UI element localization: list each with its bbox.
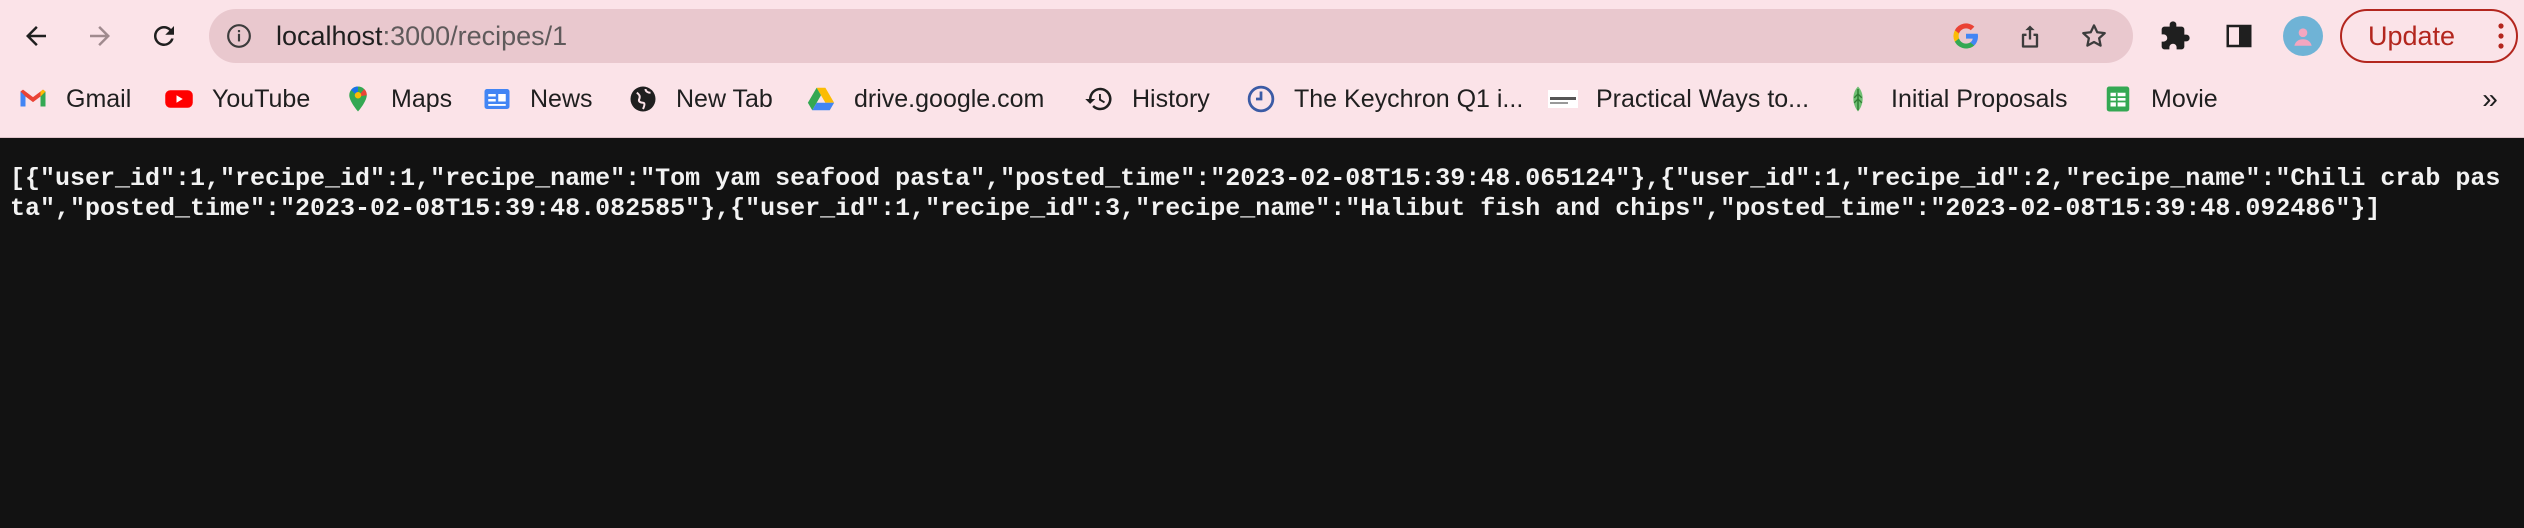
bookmark-label: Practical Ways to...	[1596, 84, 1810, 113]
bookmark-star-button[interactable]	[2078, 20, 2110, 52]
bookmark-label: drive.google.com	[854, 84, 1045, 113]
reload-icon	[153, 25, 174, 46]
page-content: [{"user_id":1,"recipe_id":1,"recipe_name…	[0, 138, 2524, 528]
bookmark-news[interactable]: News	[482, 72, 593, 126]
side-panel-button[interactable]	[2219, 16, 2259, 56]
arrow-left-icon	[26, 26, 46, 46]
clock-icon	[1246, 84, 1276, 114]
bookmarks-bar: Gmail YouTube Maps News New Tab drive.go…	[0, 72, 2524, 126]
bookmark-movie[interactable]: Movie	[2103, 72, 2218, 126]
google-icon	[1953, 23, 1978, 49]
google-lens-button[interactable]	[1950, 20, 1982, 52]
bookmark-youtube[interactable]: YouTube	[164, 72, 310, 126]
star-icon	[2082, 24, 2106, 47]
url-path: :3000/recipes/1	[382, 21, 568, 51]
bookmark-label: History	[1132, 84, 1210, 113]
bookmark-practical-ways[interactable]: Practical Ways to...	[1548, 72, 1809, 126]
bookmark-keychron[interactable]: The Keychron Q1 i...	[1246, 72, 1523, 126]
more-vert-icon	[2498, 23, 2504, 49]
bookmark-maps[interactable]: Maps	[343, 72, 452, 126]
bookmark-label: News	[530, 84, 593, 113]
bookmark-label: The Keychron Q1 i...	[1294, 84, 1524, 113]
bookmark-history[interactable]: History	[1084, 72, 1210, 126]
site-icon	[1548, 84, 1578, 114]
update-label: Update	[2368, 21, 2456, 51]
json-response-text: [{"user_id":1,"recipe_id":1,"recipe_name…	[10, 164, 2501, 223]
update-button[interactable]: Update	[2340, 9, 2518, 63]
news-icon	[482, 84, 512, 114]
url-host: localhost	[276, 21, 383, 51]
browser-toolbar: localhost:3000/recipes/1 Update	[0, 0, 2524, 72]
leaf-icon	[1843, 84, 1873, 114]
drive-icon	[806, 84, 836, 114]
address-bar[interactable]: localhost:3000/recipes/1	[209, 9, 2133, 63]
bookmarks-overflow-button[interactable]: »	[2470, 72, 2510, 126]
sheets-icon	[2103, 84, 2133, 114]
bookmark-label: YouTube	[212, 84, 311, 113]
bookmark-initial-proposals[interactable]: Initial Proposals	[1843, 72, 2067, 126]
bookmark-gmail[interactable]: Gmail	[18, 72, 131, 126]
history-icon	[1084, 84, 1114, 114]
bookmark-label: New Tab	[676, 84, 773, 113]
bookmark-label: Gmail	[66, 84, 132, 113]
forward-button[interactable]	[76, 12, 124, 60]
gmail-icon	[18, 84, 48, 114]
globe-icon	[628, 84, 658, 114]
reload-button[interactable]	[140, 12, 188, 60]
extensions-button[interactable]	[2155, 16, 2195, 56]
back-button[interactable]	[12, 12, 60, 60]
info-icon[interactable]	[226, 23, 252, 49]
bookmark-drive[interactable]: drive.google.com	[806, 72, 1044, 126]
arrow-right-icon	[90, 26, 110, 46]
youtube-icon	[164, 84, 194, 114]
bookmark-new-tab[interactable]: New Tab	[628, 72, 773, 126]
browser-chrome: localhost:3000/recipes/1 Update Gmail Yo…	[0, 0, 2524, 138]
bookmark-label: Initial Proposals	[1891, 84, 2068, 113]
bookmark-label: Maps	[391, 84, 453, 113]
puzzle-icon	[2161, 21, 2190, 50]
bookmark-label: Movie	[2151, 84, 2218, 113]
profile-icon	[2294, 28, 2312, 46]
side-panel-icon	[2226, 24, 2252, 48]
profile-avatar[interactable]	[2283, 16, 2323, 56]
maps-icon	[343, 84, 373, 114]
url-text[interactable]: localhost:3000/recipes/1	[276, 9, 567, 63]
share-icon	[2021, 25, 2039, 48]
share-button[interactable]	[2014, 20, 2046, 52]
